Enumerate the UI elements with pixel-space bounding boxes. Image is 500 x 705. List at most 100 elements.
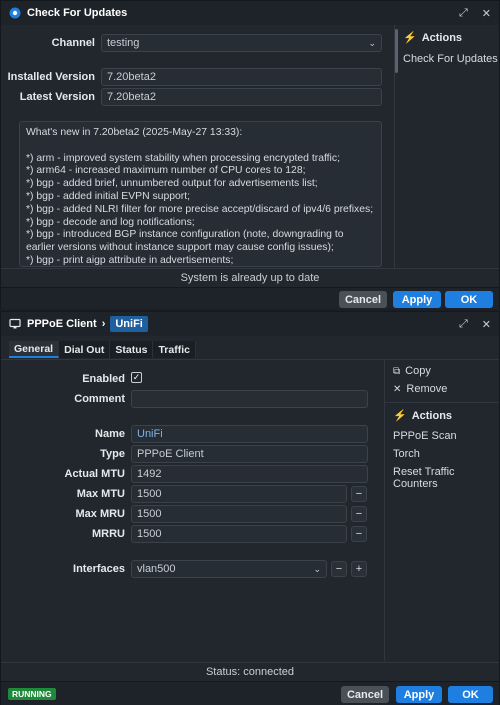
changelog-line: *) bgp - added brief, unnumbered output … <box>26 178 318 190</box>
updates-titlebar[interactable]: Check For Updates ⤢ ✕ <box>1 1 499 25</box>
lightning-icon: ⚡ <box>393 410 407 422</box>
pppoe-breadcrumb-item: UniFi <box>110 316 148 332</box>
tab-traffic[interactable]: Traffic <box>153 341 196 358</box>
comment-label: Comment <box>74 393 125 405</box>
copy-action[interactable]: ⧉ Copy <box>393 365 431 377</box>
pppoe-status-text: Status: connected <box>205 666 295 678</box>
copy-label: Copy <box>405 365 431 377</box>
interfaces-remove-button[interactable]: − <box>331 561 347 577</box>
updates-status-bar: System is already up to date <box>1 268 499 287</box>
restore-icon[interactable]: ⤢ <box>459 318 468 331</box>
pppoe-side-panel: ⧉ Copy ✕ Remove ⚡ Actions PPPoE Scan Tor… <box>384 359 499 661</box>
actual-mtu-value: 1492 <box>137 468 162 480</box>
type-value: PPPoE Client <box>137 448 204 460</box>
interfaces-add-button[interactable]: + <box>351 561 367 577</box>
apply-button[interactable]: Apply <box>393 291 441 308</box>
changelog-line: *) bgp - added NLRI filter for more prec… <box>26 203 374 215</box>
chevron-down-icon: ⌄ <box>368 37 376 48</box>
changelog-line: *) arm64 - increased maximum number of C… <box>26 165 306 177</box>
max-mtu-field[interactable]: 1500 <box>131 485 347 503</box>
close-icon: ✕ <box>393 383 402 395</box>
actual-mtu-field: 1492 <box>131 465 368 483</box>
interfaces-select[interactable]: vlan500 ⌄ <box>131 560 327 578</box>
remove-action[interactable]: ✕ Remove <box>393 383 447 395</box>
close-icon[interactable]: ✕ <box>482 318 491 331</box>
tab-dial-out[interactable]: Dial Out <box>59 341 111 358</box>
restore-icon[interactable]: ⤢ <box>459 7 468 20</box>
latest-version-label: Latest Version <box>19 91 95 103</box>
pppoe-main: Enabled ✓ Comment Name UniFi Type PPPoE … <box>1 359 394 661</box>
check-for-updates-action[interactable]: Check For Updates <box>403 53 498 65</box>
pppoe-scan-action[interactable]: PPPoE Scan <box>393 430 457 442</box>
latest-version-value: 7.20beta2 <box>107 91 156 103</box>
divider <box>385 402 499 403</box>
actions-header: ⚡ Actions <box>393 409 453 423</box>
pppoe-button-bar: RUNNING Cancel Apply OK <box>1 681 499 705</box>
remove-label: Remove <box>406 383 448 395</box>
mrru-field[interactable]: 1500 <box>131 525 347 543</box>
cancel-button[interactable]: Cancel <box>341 686 389 703</box>
enabled-checkbox[interactable]: ✓ <box>131 372 142 383</box>
pppoe-tabs: General Dial Out Status Traffic <box>9 341 196 358</box>
pppoe-breadcrumb-root[interactable]: PPPoE Client <box>27 318 97 330</box>
torch-action[interactable]: Torch <box>393 448 420 460</box>
enabled-label: Enabled <box>82 373 125 385</box>
copy-icon: ⧉ <box>393 365 401 377</box>
max-mru-field[interactable]: 1500 <box>131 505 347 523</box>
interface-icon <box>9 318 21 330</box>
name-label: Name <box>95 428 125 440</box>
action-label: Check For Updates <box>403 53 498 65</box>
changelog-line: What's new in 7.20beta2 (2025-May-27 13:… <box>26 127 243 138</box>
action-label: Reset Traffic Counters <box>393 466 455 490</box>
updates-side-panel: ⚡ Actions Check For Updates <box>394 25 499 268</box>
apply-button[interactable]: Apply <box>396 686 442 703</box>
pppoe-titlebar[interactable]: PPPoE Client › UniFi ⤢ ✕ <box>1 312 499 336</box>
chevron-down-icon: ⌄ <box>313 563 321 574</box>
type-label: Type <box>100 448 125 460</box>
cancel-button[interactable]: Cancel <box>339 291 387 308</box>
reset-traffic-counters-action[interactable]: Reset Traffic Counters <box>393 466 499 490</box>
ok-button[interactable]: OK <box>448 686 493 703</box>
ok-button[interactable]: OK <box>445 291 493 308</box>
changelog-textarea[interactable]: What's new in 7.20beta2 (2025-May-27 13:… <box>19 121 382 267</box>
changelog-line: *) bgp - introduced BGP instance configu… <box>26 229 347 254</box>
actions-title: Actions <box>421 31 463 44</box>
max-mru-label: Max MRU <box>75 508 125 520</box>
changelog-line: *) bgp - print aigp attribute in adverti… <box>26 254 234 266</box>
breadcrumb-separator: › <box>101 318 106 330</box>
interfaces-value: vlan500 <box>137 563 176 575</box>
changelog-line: *) bgp - decode and log notifications; <box>26 216 195 228</box>
tab-general[interactable]: General <box>9 341 60 358</box>
updates-button-bar: Cancel Apply OK <box>1 287 499 309</box>
action-label: PPPoE Scan <box>393 430 457 442</box>
tab-status[interactable]: Status <box>110 341 154 358</box>
channel-value: testing <box>107 37 140 49</box>
installed-version-field: 7.20beta2 <box>101 68 382 86</box>
installed-version-value: 7.20beta2 <box>107 71 156 83</box>
comment-field[interactable] <box>131 390 368 408</box>
actions-title: Actions <box>411 409 453 422</box>
max-mtu-remove-button[interactable]: − <box>351 486 367 502</box>
changelog-line: *) bgp - added initial EVPN support; <box>26 190 191 202</box>
running-badge: RUNNING <box>8 688 56 700</box>
latest-version-field: 7.20beta2 <box>101 88 382 106</box>
mrru-remove-button[interactable]: − <box>351 526 367 542</box>
mrru-label: MRRU <box>92 528 125 540</box>
pppoe-client-window: PPPoE Client › UniFi ⤢ ✕ General Dial Ou… <box>0 311 500 705</box>
max-mtu-label: Max MTU <box>76 488 125 500</box>
updates-status-text: System is already up to date <box>180 272 320 284</box>
action-label: Torch <box>393 448 420 460</box>
channel-select[interactable]: testing ⌄ <box>101 34 382 52</box>
installed-version-label: Installed Version <box>7 71 95 83</box>
name-field[interactable]: UniFi <box>131 425 368 443</box>
close-icon[interactable]: ✕ <box>482 7 491 20</box>
pppoe-status-bar: Status: connected <box>1 662 499 681</box>
type-field: PPPoE Client <box>131 445 368 463</box>
lightning-icon: ⚡ <box>403 32 417 44</box>
mrru-value: 1500 <box>137 528 162 540</box>
app-icon <box>9 7 21 19</box>
max-mru-remove-button[interactable]: − <box>351 506 367 522</box>
max-mtu-value: 1500 <box>137 488 162 500</box>
max-mru-value: 1500 <box>137 508 162 520</box>
actions-header: ⚡ Actions <box>403 31 463 45</box>
